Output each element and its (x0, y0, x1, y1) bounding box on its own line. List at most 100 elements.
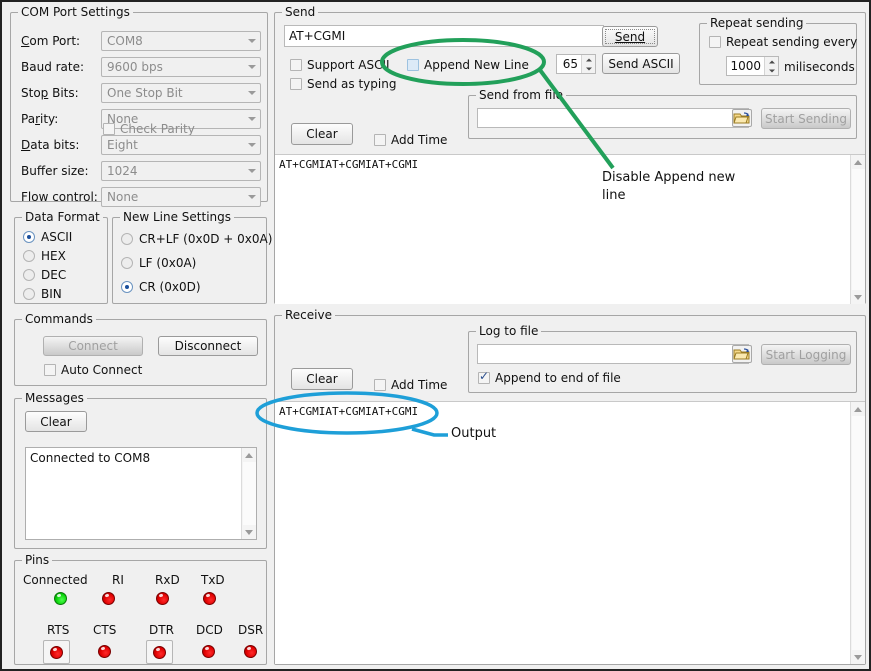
receive-log-scrollbar[interactable] (850, 402, 865, 664)
repeat-interval-spinner[interactable]: 1000 (726, 56, 779, 76)
send-input[interactable]: AT+CGMI (284, 25, 604, 47)
radio-newline-lf[interactable]: LF (0x0A) (121, 256, 196, 270)
receive-add-time-checkbox[interactable]: Add Time (374, 378, 447, 392)
flow-control-select[interactable]: None (101, 187, 261, 207)
spinner-arrows[interactable] (764, 57, 778, 75)
parity-label: Parity: (21, 112, 58, 126)
pin-label-rxd: RxD (155, 573, 180, 587)
pin-led-txd (203, 592, 216, 605)
append-to-end-checkbox[interactable]: Append to end of file (478, 371, 621, 385)
data-format-title: Data Format (22, 210, 103, 224)
ascii-code-spinner[interactable]: 65 (556, 54, 596, 74)
pins-title: Pins (22, 553, 52, 567)
connect-button-label: Connect (68, 339, 118, 353)
pin-label-dsr: DSR (238, 623, 263, 637)
repeat-sending-title: Repeat sending (707, 16, 806, 30)
pin-button-rts[interactable] (43, 640, 70, 664)
radio-dot (23, 231, 35, 243)
messages-log-text: Connected to COM8 (30, 451, 150, 465)
send-button-focus-ring: Send (605, 29, 655, 44)
pin-led-rxd (156, 592, 169, 605)
support-ascii-checkbox[interactable]: Support ASCII (290, 58, 390, 72)
repeat-interval-value: 1000 (727, 59, 764, 73)
receive-log[interactable]: AT+CGMIAT+CGMIAT+CGMI (275, 401, 865, 664)
baud-rate-label: Baud rate: (21, 60, 84, 74)
stop-bits-select[interactable]: One Stop Bit (101, 83, 261, 103)
scroll-down-icon[interactable] (851, 650, 865, 664)
scrollbar-track[interactable] (852, 416, 865, 650)
flow-control-label: Flow control: (21, 190, 98, 204)
radio-data-format-ascii[interactable]: ASCII (23, 230, 72, 244)
start-logging-label: Start Logging (766, 348, 847, 362)
scroll-up-icon[interactable] (851, 155, 865, 169)
receive-clear-button[interactable]: Clear (291, 368, 353, 390)
send-clear-button[interactable]: Clear (291, 123, 353, 145)
new-line-settings-panel: New Line Settings CR+LF (0x0D + 0x0A) LF… (112, 217, 267, 304)
disconnect-button[interactable]: Disconnect (158, 336, 258, 356)
send-log[interactable]: AT+CGMIAT+CGMIAT+CGMI (275, 154, 865, 304)
pin-button-dtr[interactable] (146, 640, 173, 664)
repeat-sending-checkbox[interactable]: Repeat sending every (709, 35, 857, 49)
scroll-down-icon[interactable] (851, 290, 865, 304)
append-to-end-label: Append to end of file (495, 371, 621, 385)
data-bits-select[interactable]: Eight (101, 135, 261, 155)
start-sending-button[interactable]: Start Sending (761, 108, 851, 129)
send-log-scrollbar[interactable] (850, 155, 865, 304)
commands-title: Commands (22, 312, 96, 326)
spinner-down-icon[interactable] (582, 64, 595, 73)
append-new-line-label: Append New Line (424, 58, 529, 72)
send-button[interactable]: Send (602, 26, 658, 47)
send-from-file-path-input[interactable] (477, 108, 749, 128)
spinner-down-icon[interactable] (765, 66, 778, 75)
messages-log[interactable]: Connected to COM8 (25, 447, 257, 540)
connect-button[interactable]: Connect (43, 336, 143, 356)
radio-newline-crlf[interactable]: CR+LF (0x0D + 0x0A) (121, 232, 272, 246)
receive-panel: Receive Log to file Start Logging Append… (274, 315, 866, 665)
pin-led-dsr (244, 645, 257, 658)
log-to-file-path-input[interactable] (477, 344, 749, 364)
clear-button-label: Clear (306, 127, 337, 141)
radio-newline-cr[interactable]: CR (0x0D) (121, 280, 201, 294)
scrollbar-track[interactable] (243, 462, 256, 525)
send-ascii-button[interactable]: Send ASCII (602, 53, 680, 74)
messages-scrollbar[interactable] (241, 448, 256, 539)
baud-rate-select[interactable]: 9600 bps (101, 57, 261, 77)
auto-connect-label: Auto Connect (61, 363, 142, 377)
scroll-down-icon[interactable] (242, 525, 256, 539)
radio-label: LF (0x0A) (139, 256, 196, 270)
radio-label: BIN (41, 287, 62, 301)
chevron-down-icon (243, 188, 260, 206)
checkbox-box (374, 379, 386, 391)
send-ascii-button-label: Send ASCII (608, 57, 673, 71)
folder-open-icon[interactable] (732, 345, 752, 363)
receive-log-text: AT+CGMIAT+CGMIAT+CGMI (279, 405, 418, 418)
log-to-file-title: Log to file (476, 324, 541, 338)
spinner-up-icon[interactable] (582, 55, 595, 64)
folder-open-icon[interactable] (732, 109, 752, 127)
send-from-file-title: Send from file (476, 88, 566, 102)
auto-connect-checkbox[interactable]: Auto Connect (44, 363, 142, 377)
pin-label-cts: CTS (93, 623, 116, 637)
radio-label: CR (0x0D) (139, 280, 201, 294)
scroll-up-icon[interactable] (851, 402, 865, 416)
spinner-arrows[interactable] (581, 55, 595, 73)
send-as-typing-label: Send as typing (307, 77, 396, 91)
stop-bits-label: Stop Bits: (21, 86, 79, 100)
messages-clear-button[interactable]: Clear (25, 411, 87, 432)
scroll-up-icon[interactable] (242, 448, 256, 462)
chevron-down-icon (243, 84, 260, 102)
radio-data-format-hex[interactable]: HEX (23, 249, 66, 263)
com-port-select[interactable]: COM8 (101, 31, 261, 51)
send-add-time-checkbox[interactable]: Add Time (374, 133, 447, 147)
scrollbar-track[interactable] (852, 169, 865, 290)
send-as-typing-checkbox[interactable]: Send as typing (290, 77, 396, 91)
radio-data-format-dec[interactable]: DEC (23, 268, 66, 282)
append-new-line-checkbox[interactable]: Append New Line (407, 58, 529, 72)
spinner-up-icon[interactable] (765, 57, 778, 66)
start-logging-button[interactable]: Start Logging (761, 344, 851, 365)
disconnect-button-label: Disconnect (175, 339, 242, 353)
add-time-label: Add Time (391, 133, 447, 147)
check-parity-checkbox[interactable]: Check Parity (103, 122, 195, 136)
radio-data-format-bin[interactable]: BIN (23, 287, 62, 301)
buffer-size-select[interactable]: 1024 (101, 161, 261, 181)
